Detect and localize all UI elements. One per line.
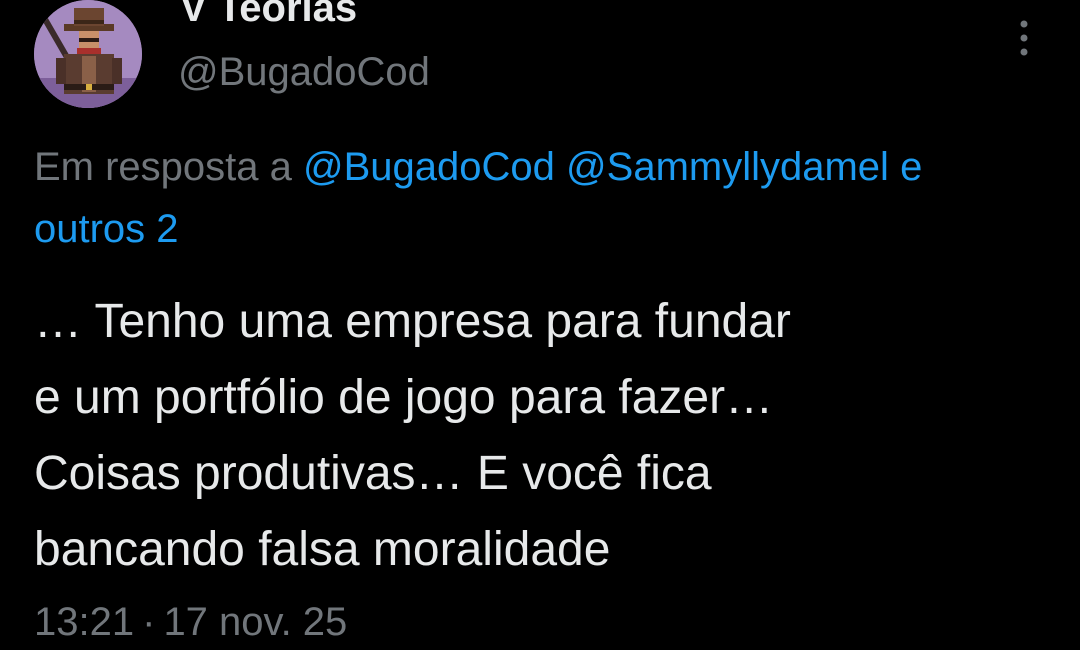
tweet-text-line: Coisas produtivas… E você fica — [34, 447, 712, 500]
tweet-date: 17 nov. 25 — [163, 600, 348, 644]
reply-context-line-1: Em resposta a @BugadoCod @Sammyllydamel … — [34, 136, 1080, 198]
tweet-text-line: bancando falsa moralidade — [34, 523, 611, 576]
tweet-text: … Tenho uma empresa para fundar e um por… — [34, 284, 1034, 588]
more-options-button[interactable] — [1004, 16, 1044, 60]
more-vertical-icon — [1020, 20, 1028, 56]
cowboy-avatar-icon — [34, 0, 142, 108]
reply-trailing-word[interactable]: e — [900, 145, 922, 189]
avatar[interactable] — [34, 0, 142, 108]
reply-context: Em resposta a @BugadoCod @Sammyllydamel … — [34, 136, 1080, 260]
author-handle[interactable]: @BugadoCod — [178, 50, 430, 95]
mention-link-bugadocod[interactable]: @BugadoCod — [303, 145, 555, 189]
author-display-name[interactable]: V Teorias — [180, 0, 357, 31]
tweet-timestamp[interactable]: 13:21 · 17 nov. 25 — [34, 600, 347, 645]
tweet-text-line: … Tenho uma empresa para fundar — [34, 295, 791, 348]
tweet-detail: V Teorias @BugadoCod Em resposta a @Buga… — [0, 0, 1080, 650]
mention-link-sammyllydamel[interactable]: @Sammyllydamel — [566, 145, 889, 189]
meta-separator: · — [142, 600, 156, 644]
others-link[interactable]: outros 2 — [34, 198, 1080, 260]
tweet-time: 13:21 — [34, 600, 135, 644]
reply-prefix: Em resposta a — [34, 145, 304, 189]
tweet-text-line: e um portfólio de jogo para fazer… — [34, 371, 774, 424]
